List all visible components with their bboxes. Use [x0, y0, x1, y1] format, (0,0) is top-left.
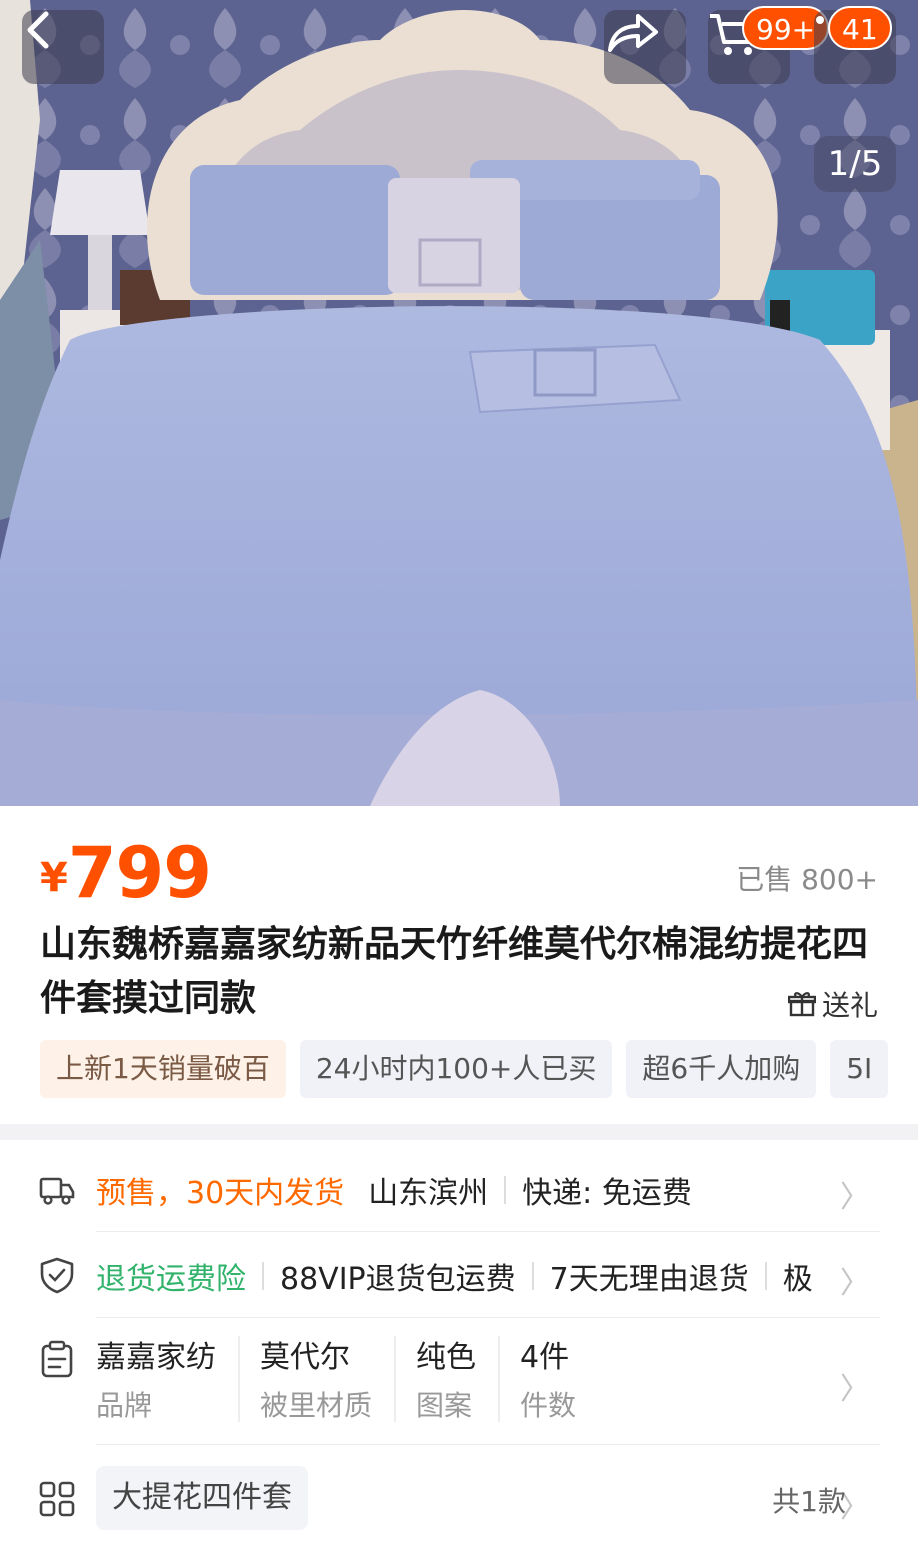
tag-item[interactable]: 5I: [830, 1040, 889, 1098]
share-icon: [608, 14, 658, 52]
attribute-key: 件数: [520, 1389, 577, 1422]
grid-icon: [39, 1481, 75, 1517]
service-more-text: 极: [782, 1262, 813, 1297]
service-row[interactable]: 退货运费险 88VIP退货包运费 7天无理由退货 极 〉: [0, 1232, 918, 1318]
divider: [96, 1444, 880, 1445]
chevron-right-icon: 〉: [840, 1372, 870, 1407]
shield-check-icon: [40, 1257, 74, 1294]
attribute-item: 嘉嘉家纺 品牌: [96, 1336, 240, 1422]
product-image-gallery[interactable]: 99+ 41 1/5: [0, 0, 918, 806]
shipping-row[interactable]: 预售，30天内发货 山东滨州 快递: 免运费 〉: [0, 1148, 918, 1232]
gift-icon: [787, 992, 816, 1017]
insurance-text: 退货运费险: [96, 1262, 246, 1297]
origin-text: 山东滨州: [368, 1176, 489, 1211]
attribute-item: 4件 件数: [520, 1336, 598, 1422]
attribute-value: 嘉嘉家纺: [96, 1340, 216, 1375]
gallery-index: 1/5: [814, 136, 896, 192]
tag-list: 上新1天销量破百 24小时内100+人已买 超6千人加购 5I: [40, 1040, 918, 1100]
share-button[interactable]: [604, 10, 686, 84]
tag-item[interactable]: 上新1天销量破百: [40, 1040, 286, 1098]
chevron-right-icon: 〉: [840, 1266, 870, 1301]
back-button[interactable]: [22, 10, 104, 84]
attribute-key: 图案: [416, 1389, 473, 1422]
delivery-text: 快递: 免运费: [522, 1176, 692, 1211]
truck-icon: [39, 1177, 75, 1205]
return-text: 7天无理由退货: [549, 1262, 749, 1297]
attribute-item: 纯色 图案: [416, 1336, 501, 1422]
product-title: 山东魏桥嘉嘉家纺新品天竹纤维莫代尔棉混纺提花四件套摸过同款: [40, 924, 869, 1019]
sku-count: 共1款: [772, 1485, 846, 1518]
attribute-value: 纯色: [416, 1340, 477, 1375]
vip-text: 88VIP退货包运费: [280, 1262, 516, 1297]
attribute-key: 被里材质: [260, 1389, 373, 1422]
sku-option[interactable]: 大提花四件套: [96, 1466, 308, 1530]
attribute-item: 莫代尔 被里材质: [260, 1336, 397, 1422]
sold-count: 已售 800+: [736, 863, 878, 896]
price: ¥799: [40, 832, 212, 914]
chevron-left-icon: [27, 11, 49, 49]
tag-item[interactable]: 24小时内100+人已买: [299, 1040, 613, 1098]
attribute-value: 莫代尔: [260, 1340, 350, 1375]
gift-label: 送礼: [821, 989, 878, 1022]
attribute-list: 嘉嘉家纺 品牌 莫代尔 被里材质 纯色 图案 4件 件数: [96, 1336, 618, 1422]
tag-item[interactable]: 超6千人加购: [626, 1040, 817, 1098]
presale-text: 预售，30天内发货: [96, 1176, 345, 1211]
price-value: 799: [67, 832, 212, 914]
attribute-key: 品牌: [96, 1389, 153, 1422]
attribute-value: 4件: [520, 1340, 570, 1375]
bed-photo: [0, 0, 918, 806]
gift-button[interactable]: 送礼: [787, 984, 878, 1024]
chevron-right-icon: 〉: [840, 1180, 870, 1215]
clipboard-icon: [41, 1340, 73, 1378]
currency-symbol: ¥: [40, 855, 68, 901]
message-count-badge: 41: [828, 6, 892, 50]
